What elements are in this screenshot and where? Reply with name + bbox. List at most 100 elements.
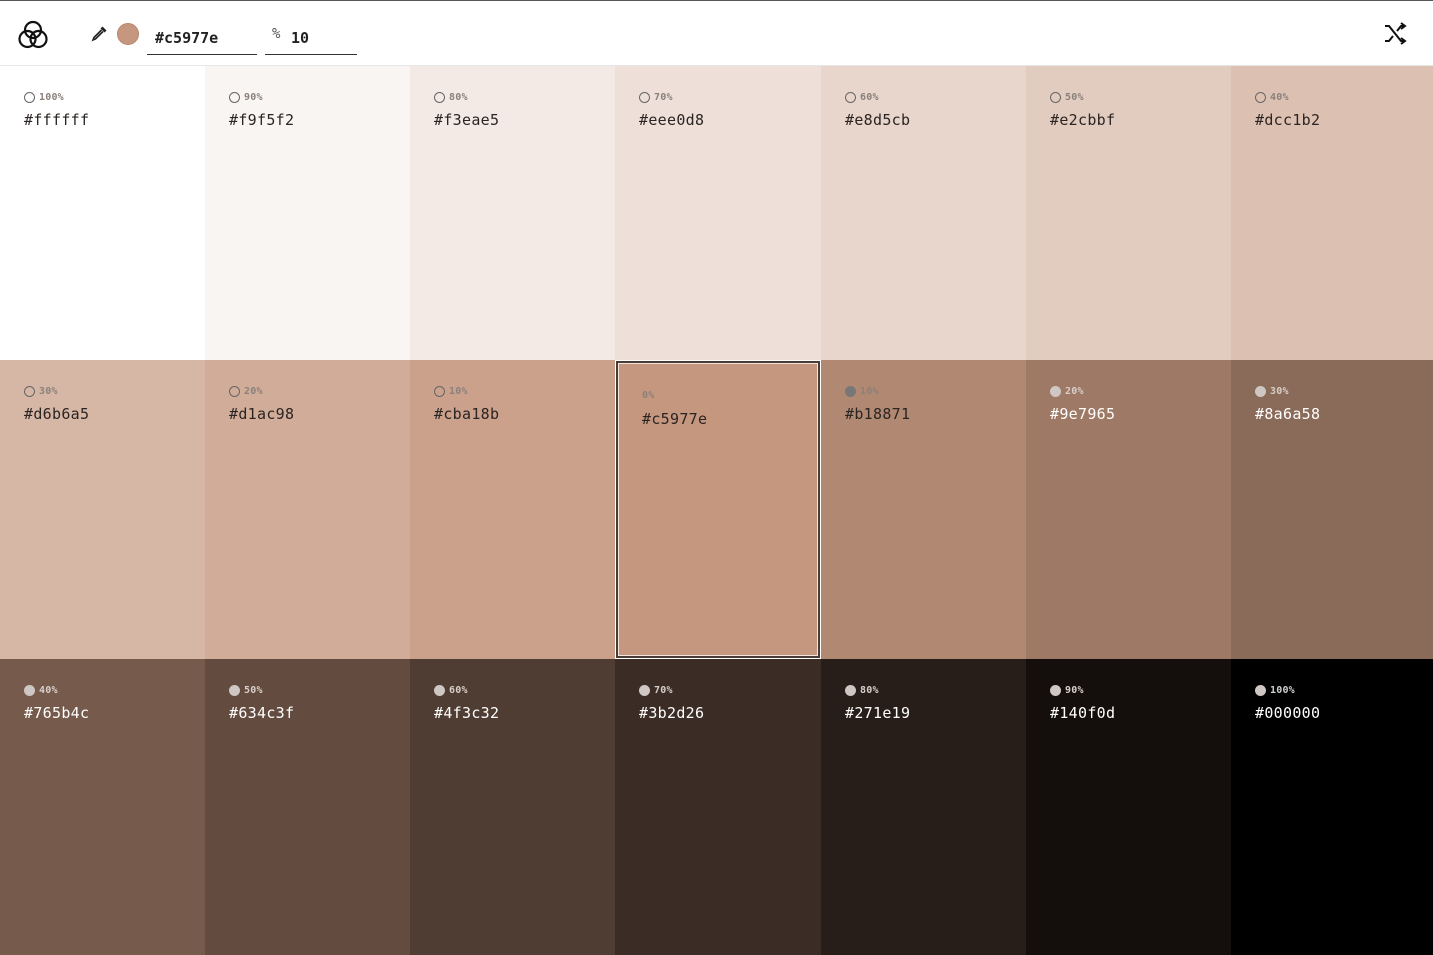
shade-hex-code[interactable]: #b18871 <box>845 405 910 423</box>
shuffle-icon[interactable] <box>1383 22 1407 46</box>
shade-percent: 10% <box>434 386 468 397</box>
shade-swatch[interactable]: 70% #3b2d26 <box>615 659 821 955</box>
tint-marker-icon <box>434 386 445 397</box>
shade-percent-label: 20% <box>244 386 263 397</box>
shade-marker-icon <box>1255 685 1266 696</box>
shade-percent-label: 30% <box>1270 386 1289 397</box>
shade-hex-code[interactable]: #eee0d8 <box>639 111 704 129</box>
shade-row: 30% #d6b6a5 20% #d1ac98 10% #cba18b 0% #c5977e 1… <box>0 360 1433 659</box>
shade-swatch[interactable]: 60% #4f3c32 <box>410 659 615 955</box>
tint-marker-icon <box>1255 92 1266 103</box>
shade-percent-label: 70% <box>654 685 673 696</box>
shade-swatch[interactable]: 20% #9e7965 <box>1026 360 1231 659</box>
tint-marker-icon <box>845 92 856 103</box>
shade-hex-code[interactable]: #140f0d <box>1050 704 1115 722</box>
shade-swatch[interactable]: 50% #e2cbbf <box>1026 66 1231 360</box>
shade-marker-icon <box>1050 685 1061 696</box>
shade-swatch[interactable]: 60% #e8d5cb <box>821 66 1026 360</box>
shade-percent-label: 10% <box>449 386 468 397</box>
tint-marker-icon <box>229 386 240 397</box>
shade-swatch[interactable]: 80% #f3eae5 <box>410 66 615 360</box>
shade-hex-code[interactable]: #765b4c <box>24 704 89 722</box>
shade-hex-code[interactable]: #e2cbbf <box>1050 111 1115 129</box>
shade-percent-label: 70% <box>654 92 673 103</box>
shade-hex-code[interactable]: #f3eae5 <box>434 111 499 129</box>
shade-swatch[interactable]: 50% #634c3f <box>205 659 410 955</box>
shade-hex-code[interactable]: #634c3f <box>229 704 294 722</box>
shade-percent: 80% <box>845 685 879 696</box>
shade-swatch[interactable]: 10% #cba18b <box>410 360 615 659</box>
shade-percent-label: 40% <box>39 685 58 696</box>
eyedropper-icon[interactable] <box>91 25 108 42</box>
shade-swatch[interactable]: 70% #eee0d8 <box>615 66 821 360</box>
shade-hex-code[interactable]: #9e7965 <box>1050 405 1115 423</box>
logo-icon[interactable] <box>17 19 49 51</box>
step-percent-field[interactable]: % <box>265 19 357 55</box>
shade-percent: 40% <box>24 685 58 696</box>
shade-swatch[interactable]: 40% #dcc1b2 <box>1231 66 1433 360</box>
shade-swatch[interactable]: 30% #d6b6a5 <box>0 360 205 659</box>
shade-percent-label: 50% <box>244 685 263 696</box>
shade-percent-label: 100% <box>1270 685 1295 696</box>
shade-percent: 30% <box>1255 386 1289 397</box>
shade-percent: 20% <box>229 386 263 397</box>
shade-hex-code[interactable]: #f9f5f2 <box>229 111 294 129</box>
tint-marker-icon <box>1050 92 1061 103</box>
shade-percent: 60% <box>434 685 468 696</box>
shade-percent: 90% <box>229 92 263 103</box>
shade-hex-code[interactable]: #c5977e <box>642 410 707 428</box>
shade-hex-code[interactable]: #dcc1b2 <box>1255 111 1320 129</box>
shade-row: 100% #ffffff 90% #f9f5f2 80% #f3eae5 70% #eee0d… <box>0 66 1433 360</box>
shade-hex-code[interactable]: #8a6a58 <box>1255 405 1320 423</box>
shade-swatch[interactable]: 80% #271e19 <box>821 659 1026 955</box>
shade-hex-code[interactable]: #ffffff <box>24 111 89 129</box>
shade-percent: 80% <box>434 92 468 103</box>
shade-hex-code[interactable]: #000000 <box>1255 704 1320 722</box>
shade-swatch[interactable]: 100% #000000 <box>1231 659 1433 955</box>
selected-shade-swatch[interactable]: 0% #c5977e <box>616 361 820 658</box>
hex-color-input[interactable] <box>147 19 257 55</box>
shade-marker-icon <box>24 685 35 696</box>
shade-percent: 70% <box>639 685 673 696</box>
shade-hex-code[interactable]: #4f3c32 <box>434 704 499 722</box>
shade-row: 40% #765b4c 50% #634c3f 60% #4f3c32 70% #3b2d26… <box>0 659 1433 955</box>
shade-swatch[interactable]: 40% #765b4c <box>0 659 205 955</box>
shade-hex-code[interactable]: #271e19 <box>845 704 910 722</box>
shade-swatch[interactable]: 10% #b18871 <box>821 360 1026 659</box>
shade-swatch[interactable]: 90% #f9f5f2 <box>205 66 410 360</box>
shade-percent-label: 90% <box>1065 685 1084 696</box>
shade-marker-icon <box>1050 386 1061 397</box>
shade-percent: 100% <box>24 92 64 103</box>
shade-percent-label: 80% <box>860 685 879 696</box>
shade-percent-label: 100% <box>39 92 64 103</box>
shade-percent: 10% <box>845 386 879 397</box>
shade-percent-label: 0% <box>642 390 655 401</box>
shade-percent-label: 60% <box>860 92 879 103</box>
step-percent-input[interactable] <box>291 19 353 54</box>
shade-hex-code[interactable]: #cba18b <box>434 405 499 423</box>
toolbar: % <box>0 0 1433 66</box>
shade-swatch[interactable]: 20% #d1ac98 <box>205 360 410 659</box>
shade-swatch[interactable]: 90% #140f0d <box>1026 659 1231 955</box>
shade-hex-code[interactable]: #3b2d26 <box>639 704 704 722</box>
shade-percent: 60% <box>845 92 879 103</box>
shade-percent-label: 90% <box>244 92 263 103</box>
shade-hex-code[interactable]: #d6b6a5 <box>24 405 89 423</box>
shade-percent: 100% <box>1255 685 1295 696</box>
tint-marker-icon <box>229 92 240 103</box>
shade-hex-code[interactable]: #d1ac98 <box>229 405 294 423</box>
shade-percent-label: 80% <box>449 92 468 103</box>
tint-marker-icon <box>24 386 35 397</box>
shade-percent: 50% <box>1050 92 1084 103</box>
shade-percent-label: 60% <box>449 685 468 696</box>
shade-hex-code[interactable]: #e8d5cb <box>845 111 910 129</box>
current-color-swatch[interactable] <box>117 23 139 45</box>
shade-percent-label: 50% <box>1065 92 1084 103</box>
shade-percent-label: 10% <box>860 386 879 397</box>
shade-percent: 20% <box>1050 386 1084 397</box>
shade-swatch[interactable]: 30% #8a6a58 <box>1231 360 1433 659</box>
shade-percent-label: 30% <box>39 386 58 397</box>
shade-marker-icon <box>639 685 650 696</box>
shade-percent: 0% <box>642 390 654 401</box>
shade-swatch[interactable]: 100% #ffffff <box>0 66 205 360</box>
